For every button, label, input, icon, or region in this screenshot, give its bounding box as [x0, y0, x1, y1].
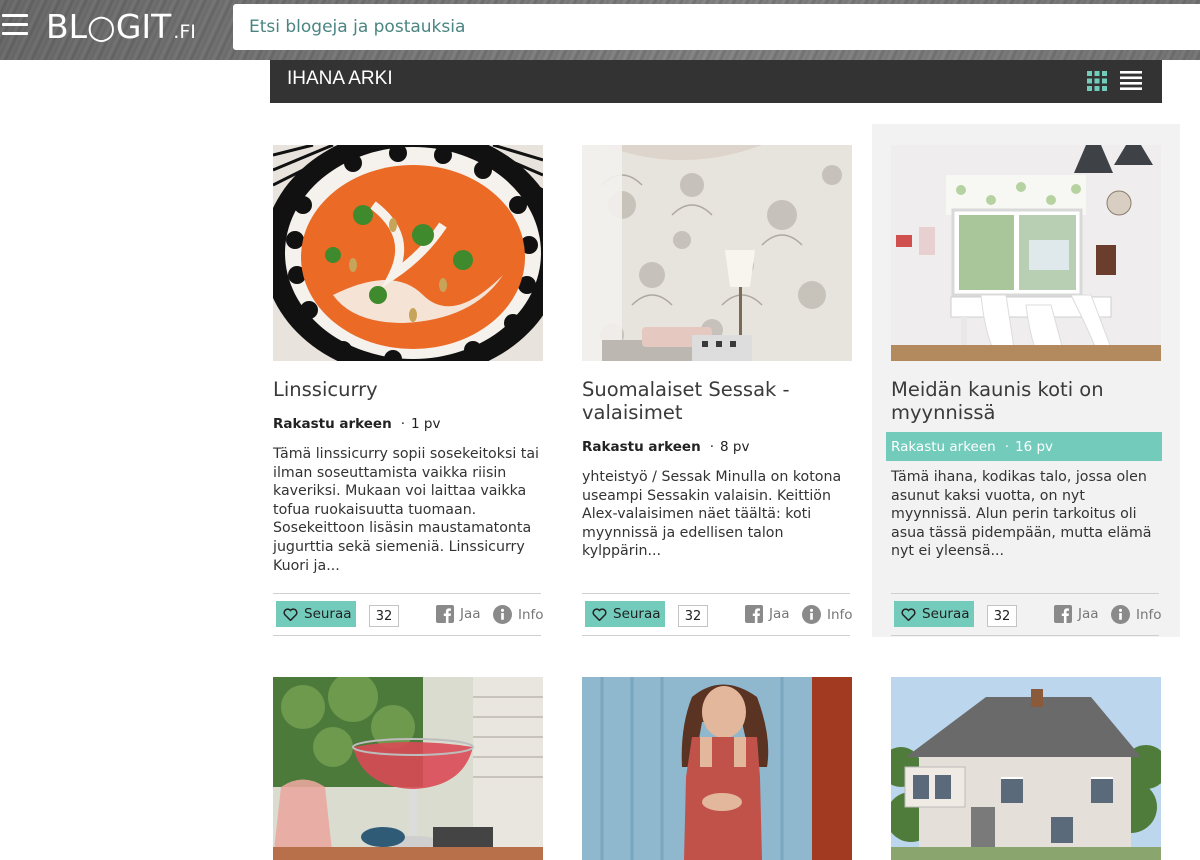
- info-label: Info: [827, 606, 853, 623]
- divider: [891, 593, 1159, 594]
- post-meta-highlighted: Rakastu arkeen · 16 pv: [886, 432, 1162, 461]
- meta-separator: ·: [1004, 438, 1010, 455]
- post-title[interactable]: Meidän kaunis koti on myynnissä: [891, 378, 1153, 424]
- logo-suffix: .FI: [173, 21, 196, 43]
- post-age: 1 pv: [411, 415, 441, 432]
- post-age: 16 pv: [1015, 438, 1054, 455]
- divider: [582, 635, 850, 636]
- follow-button[interactable]: Seuraa: [276, 601, 356, 627]
- info-button[interactable]: Info: [493, 605, 544, 624]
- post-author[interactable]: Rakastu arkeen: [273, 416, 392, 432]
- share-label: Jaa: [1078, 606, 1099, 622]
- post-image-soup[interactable]: [273, 145, 543, 361]
- divider: [273, 593, 541, 594]
- meta-separator: ·: [709, 438, 714, 455]
- info-button[interactable]: Info: [802, 605, 853, 624]
- info-icon: [1111, 605, 1130, 624]
- follow-label: Seuraa: [922, 606, 970, 622]
- share-facebook-button[interactable]: Jaa: [745, 605, 790, 623]
- post-author[interactable]: Rakastu arkeen: [582, 439, 701, 455]
- heart-icon: [901, 607, 916, 621]
- info-icon: [802, 605, 821, 624]
- post-excerpt: yhteistyö / Sessak Minulla on kotona use…: [582, 469, 842, 560]
- post-image-kitchen[interactable]: [891, 145, 1161, 361]
- post-excerpt: Tämä linssicurry sopii sosekeitoksi tai …: [273, 446, 539, 574]
- menu-icon[interactable]: [2, 14, 28, 36]
- share-label: Jaa: [769, 606, 790, 622]
- follower-count: 32: [987, 605, 1017, 627]
- post-excerpt: Tämä ihana, kodikas talo, jossa olen asu…: [891, 469, 1152, 560]
- list-view-icon[interactable]: [1120, 70, 1142, 90]
- category-title: IHANA ARKI: [287, 68, 393, 89]
- post-meta: Rakastu arkeen · 8 pv: [582, 432, 749, 461]
- post-meta: Rakastu arkeen · 1 pv: [273, 409, 440, 438]
- share-facebook-button[interactable]: Jaa: [436, 605, 481, 623]
- info-button[interactable]: Info: [1111, 605, 1162, 624]
- post-image-lamp[interactable]: [582, 145, 852, 361]
- info-label: Info: [1136, 606, 1162, 623]
- divider: [273, 635, 541, 636]
- meta-separator: ·: [400, 415, 405, 432]
- share-label: Jaa: [460, 606, 481, 622]
- site-logo[interactable]: BL○GIT .FI: [46, 7, 196, 46]
- post-image-drinks[interactable]: [273, 677, 543, 860]
- heart-icon: [283, 607, 298, 621]
- facebook-icon: [1054, 605, 1072, 623]
- divider: [582, 593, 850, 594]
- heart-icon: [592, 607, 607, 621]
- share-facebook-button[interactable]: Jaa: [1054, 605, 1099, 623]
- follow-label: Seuraa: [613, 606, 661, 622]
- search-input[interactable]: [233, 4, 1200, 50]
- top-bar: BL○GIT .FI: [0, 0, 1200, 60]
- follow-label: Seuraa: [304, 606, 352, 622]
- info-label: Info: [518, 606, 544, 623]
- post-age: 8 pv: [720, 438, 750, 455]
- follow-button[interactable]: Seuraa: [585, 601, 665, 627]
- follower-count: 32: [678, 605, 708, 627]
- post-title[interactable]: Linssicurry: [273, 378, 535, 401]
- post-title[interactable]: Suomalaiset Sessak - valaisimet: [582, 378, 844, 424]
- logo-text: BL○GIT: [46, 7, 172, 46]
- divider: [891, 635, 1159, 636]
- grid-view-icon[interactable]: [1087, 71, 1107, 91]
- post-author[interactable]: Rakastu arkeen: [891, 439, 996, 455]
- post-image-house[interactable]: [891, 677, 1161, 860]
- follow-button[interactable]: Seuraa: [894, 601, 974, 627]
- post-image-portrait[interactable]: [582, 677, 852, 860]
- category-header: IHANA ARKI: [270, 60, 1162, 103]
- follower-count: 32: [369, 605, 399, 627]
- facebook-icon: [745, 605, 763, 623]
- info-icon: [493, 605, 512, 624]
- facebook-icon: [436, 605, 454, 623]
